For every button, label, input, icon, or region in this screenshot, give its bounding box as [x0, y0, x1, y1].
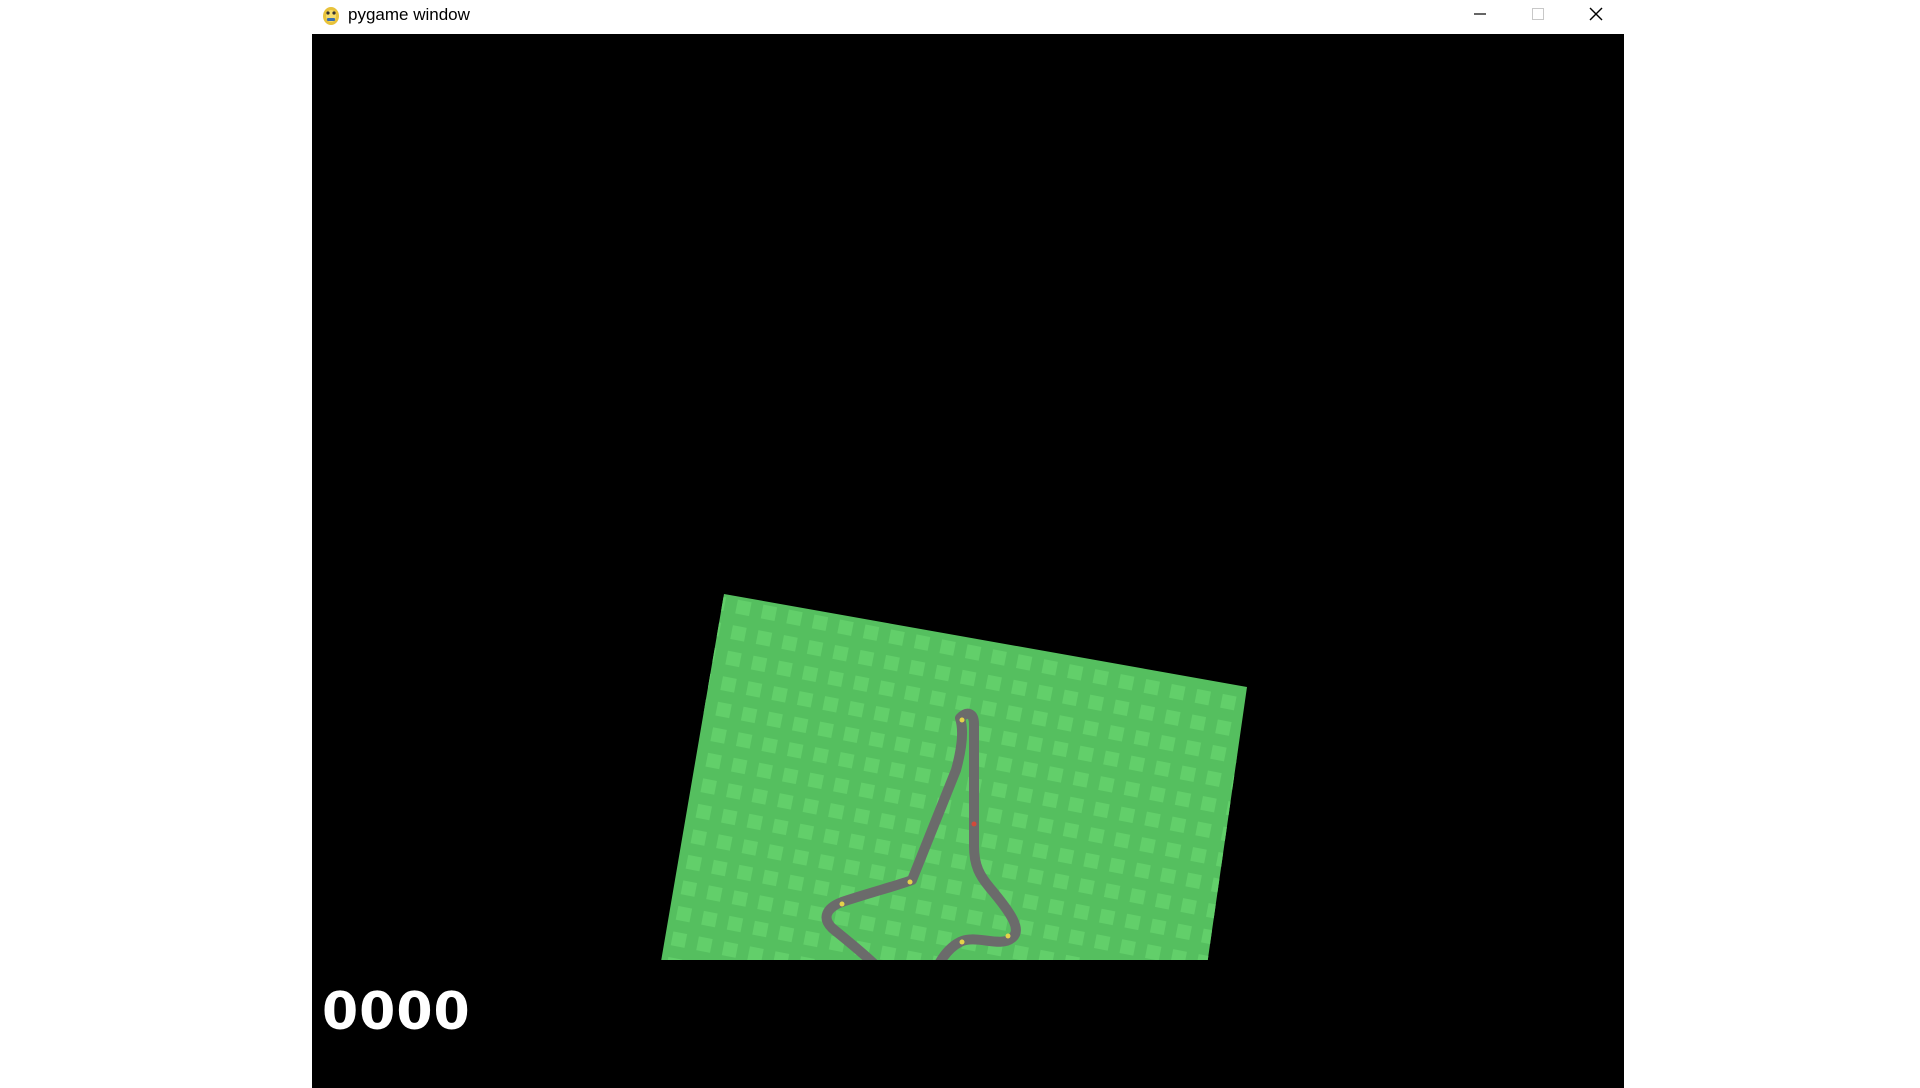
maximize-icon	[1531, 7, 1545, 21]
race-map	[661, 594, 1247, 960]
close-button[interactable]	[1567, 0, 1625, 28]
game-scene	[661, 594, 1247, 960]
game-canvas[interactable]: 0000	[312, 34, 1624, 1088]
pygame-icon	[320, 4, 342, 26]
minimize-icon	[1473, 7, 1487, 21]
maximize-button[interactable]	[1509, 0, 1567, 28]
minimize-button[interactable]	[1451, 0, 1509, 28]
close-icon	[1588, 6, 1604, 22]
window-title: pygame window	[348, 5, 470, 24]
pygame-window: pygame window 0000	[312, 0, 1624, 1088]
title-bar[interactable]: pygame window	[312, 0, 1624, 34]
score-counter: 0000	[322, 982, 471, 1042]
